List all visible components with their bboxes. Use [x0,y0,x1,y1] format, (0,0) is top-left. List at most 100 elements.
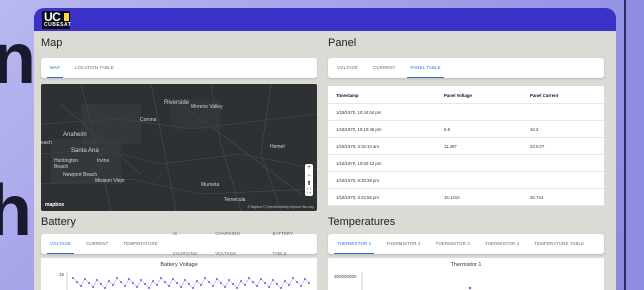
map-label-anaheim: Anaheim [63,132,87,138]
map-zoom-controls: + − ⬆ ⛶ [305,164,313,196]
column-header[interactable]: Timestamp [336,93,359,98]
table-row: 1/18/1970, 10:02:12 pm [328,154,604,172]
battery-tab-voltage[interactable]: VOLTAGE [47,234,75,254]
battery-point [164,281,166,283]
uc-cubesat-logo[interactable]: UC CUBESAT [42,10,72,29]
battery-point [92,286,94,288]
table-cell: 1/18/1970, 10:44:04 pm [336,110,382,115]
thermistor-chart: Thermistor 1 300000000 [328,258,604,290]
panel-tab-current[interactable]: CURRENT [370,58,398,78]
battery-point [268,286,270,288]
battery-tab-current[interactable]: CURRENT [83,234,111,254]
battery-point [120,281,122,283]
battery-point [180,286,182,288]
map-label-edge: each [41,140,52,146]
battery-point [256,285,258,287]
battery-point [236,287,238,289]
table-row: 1/18/1970, 8:20:39 pm [328,171,604,189]
battery-point [144,283,146,285]
battery-point [292,277,294,279]
battery-point [128,278,130,280]
battery-point [140,279,142,281]
map-label-mission-viejo: Mission Viejo [95,178,125,184]
table-cell: 10.2 [530,127,539,132]
fullscreen-icon[interactable]: ⛶ [305,188,313,196]
map-tab-map[interactable]: MAP [47,58,63,78]
panel-tab-voltage[interactable]: VOLTAGE [334,58,361,78]
table-cell: 23.0.07 [530,144,545,149]
map-label-murrieta: Murrieta [201,182,220,188]
battery-point [220,282,222,284]
battery-point [208,281,210,283]
table-cell: 6.8 [444,127,450,132]
battery-point [160,277,162,279]
map-label-newport-beach: Newport Beach [63,172,98,178]
table-row: 1/18/1970, 3:02:23 pm14.077525.0101 [328,205,604,206]
battery-point [176,282,178,284]
map-tab-bar: MAP LOCATION TABLE [41,58,317,78]
battery-point [108,280,110,282]
table-row: 1/18/1970, 3:22:55 pm 15.1210 26.744 [328,188,604,206]
table-row: 1/18/1970, 3:32:10 am 11.497 23.0.07 [328,137,604,155]
battery-point [216,278,218,280]
column-header[interactable]: Panel Current [530,93,558,98]
temperature-tab-temperature-table[interactable]: TEMPERATURE TABLE [531,234,587,254]
top-app-bar: UC CUBESAT [34,8,616,31]
map-label-riverside: Riverside [164,100,190,106]
map-attribution[interactable]: © Mapbox © OpenStreetMap Improve this ma… [247,205,314,209]
map-label-irvine: Irvine [97,158,110,164]
compass-icon[interactable]: ⬆ [305,180,313,188]
battery-point [288,284,290,286]
battery-point [244,284,246,286]
panel-tab-panel-table[interactable]: PANEL TABLE [407,58,444,78]
map-label-hemet: Hemet [270,144,285,150]
battery-point [284,280,286,282]
battery-point [156,284,158,286]
logo-subtext: CUBESAT [44,22,72,28]
map-section-title: Map [41,37,63,49]
battery-point [252,281,254,283]
table-cell: 11.497 [444,144,457,149]
logo-flag-icon [64,13,69,21]
thermistor-plot-area [361,272,472,290]
battery-point [296,281,298,283]
table-cell: 15.1210 [444,195,460,200]
battery-point [308,282,310,284]
battery-point [104,287,106,289]
mapbox-logo: mapbox [45,202,65,208]
battery-point [200,284,202,286]
battery-point [232,283,234,285]
battery-point [224,286,226,288]
map-view[interactable]: Riverside Moreno Valley Corona Anaheim S… [41,84,317,211]
battery-point [272,279,274,281]
battery-point [240,280,242,282]
battery-tab-temperature[interactable]: TEMPERATURE [120,234,160,254]
battery-point [204,277,206,279]
temperature-tab-thermistor-3[interactable]: THERMISTOR 3 [433,234,473,254]
zoom-out-button[interactable]: − [305,172,313,180]
battery-point [212,285,214,287]
column-header[interactable]: Panel Voltage [444,93,472,98]
battery-point [280,287,282,289]
battery-point [264,282,266,284]
battery-point [304,278,306,280]
battery-point [148,287,150,289]
zoom-in-button[interactable]: + [305,164,313,172]
map-tab-location-table[interactable]: LOCATION TABLE [72,58,117,78]
battery-point [168,285,170,287]
temperature-tab-thermistor-4[interactable]: THERMISTOR 4 [482,234,522,254]
right-window-edge [624,0,644,290]
temperature-tab-bar: THERMISTOR 1 THERMISTOR 2 THERMISTOR 3 THER… [328,234,604,254]
table-cell: 1/18/1970, 10:10:45 pm [336,127,382,132]
battery-tab-bar: VOLTAGE CURRENT TEMPERATURE IS CHARGING CHAR… [41,231,317,256]
table-cell: 1/18/1970, 10:02:12 pm [336,161,382,166]
table-header-row: Timestamp Panel Voltage Panel Current [328,86,604,104]
battery-point [132,282,134,284]
temperature-tab-thermistor-1[interactable]: THERMISTOR 1 [334,234,375,254]
temperature-tab-thermistor-2[interactable]: THERMISTOR 2 [383,234,423,254]
battery-point [192,287,194,289]
map-label-huntington-beach: Huntington Beach [54,158,79,170]
battery-point [184,279,186,281]
battery-point [112,284,114,286]
panel-tab-bar: VOLTAGE CURRENT PANEL TABLE [328,58,604,78]
